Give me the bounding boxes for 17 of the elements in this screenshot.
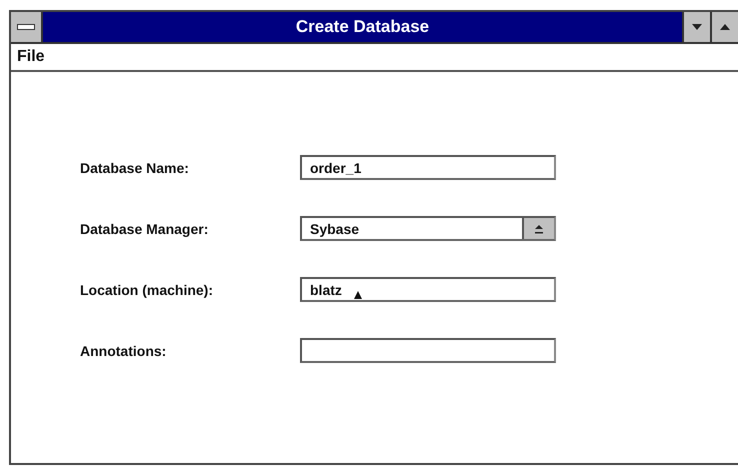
- input-field[interactable]: blatz: [300, 277, 556, 302]
- menu-item[interactable]: File: [17, 48, 45, 66]
- field-label: Database Manager:: [80, 220, 210, 236]
- field-label: Database Name:: [80, 160, 190, 176]
- field-label: Location (machine):: [80, 282, 214, 298]
- input-field[interactable]: order_1: [300, 155, 556, 180]
- up-triangle-icon: [720, 24, 730, 30]
- dropdown-arrow-icon: [534, 224, 544, 234]
- input-field[interactable]: [300, 338, 556, 363]
- dropdown-field[interactable]: Sybase: [300, 216, 556, 241]
- maximize-button[interactable]: [710, 12, 738, 42]
- system-menu-button[interactable]: [11, 12, 43, 42]
- down-triangle-icon: [692, 24, 702, 30]
- field-label: Annotations:: [80, 342, 168, 358]
- minimize-button[interactable]: [682, 12, 710, 42]
- minus-icon: [17, 24, 35, 30]
- window-title: Create Database: [43, 12, 682, 42]
